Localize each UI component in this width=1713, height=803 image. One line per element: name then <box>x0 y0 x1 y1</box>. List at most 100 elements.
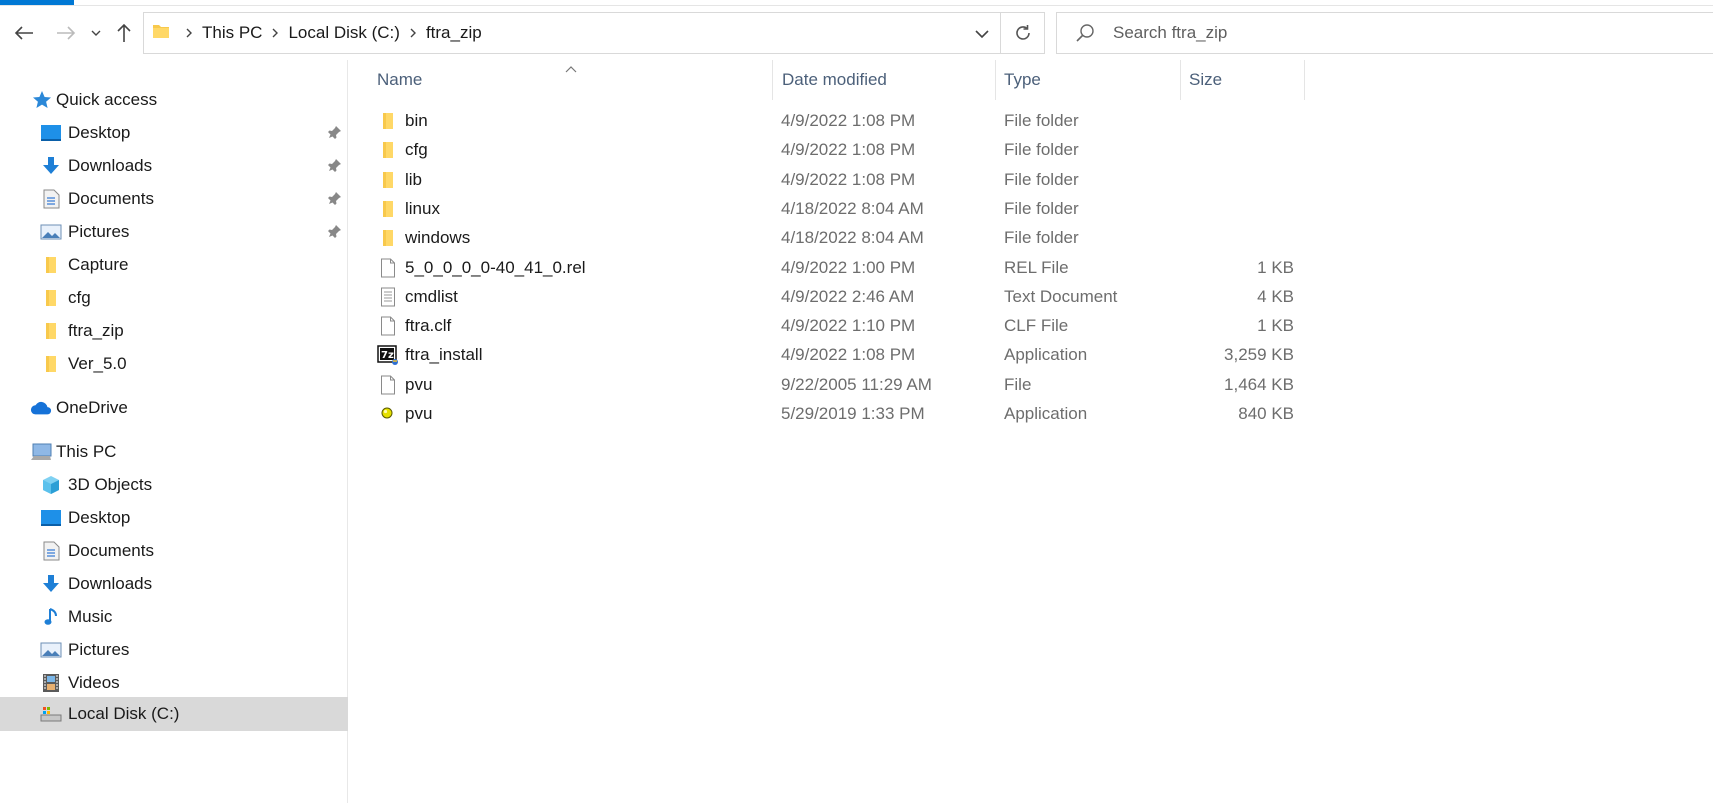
sidebar-item-music[interactable]: Music <box>0 600 348 633</box>
folder-icon <box>377 139 399 161</box>
address-bar[interactable]: This PC Local Disk (C:) ftra_zip <box>143 12 1001 54</box>
pin-icon[interactable] <box>328 124 342 144</box>
breadcrumb-this-pc[interactable]: This PC <box>200 23 264 43</box>
file-name: ftra_install <box>405 345 483 365</box>
file-date-modified: 4/18/2022 8:04 AM <box>781 228 924 248</box>
blank-file-icon <box>377 374 399 396</box>
column-divider[interactable] <box>995 60 996 100</box>
sidebar-item-label: ftra_zip <box>68 320 124 340</box>
sidebar-item-cfg[interactable]: cfg <box>0 281 348 314</box>
file-type: File folder <box>1004 169 1079 189</box>
file-row[interactable]: pvu 5/29/2019 1:33 PM Application 840 KB <box>349 400 1713 429</box>
column-header-date[interactable]: Date modified <box>782 60 994 100</box>
chevron-down-icon <box>975 29 989 38</box>
recent-locations-button[interactable] <box>88 20 104 46</box>
file-date-modified: 4/9/2022 1:10 PM <box>781 316 916 336</box>
sidebar-item-label: Desktop <box>68 507 131 527</box>
file-row[interactable]: cfg 4/9/2022 1:08 PM File folder <box>349 136 1713 165</box>
sidebar-item-3d-objects[interactable]: 3D Objects <box>0 468 348 501</box>
file-type: REL File <box>1004 257 1069 277</box>
file-date-modified: 9/22/2005 11:29 AM <box>781 374 932 394</box>
sidebar-item-label: This PC <box>56 441 117 461</box>
text-file-icon <box>377 286 399 308</box>
file-date-modified: 4/18/2022 8:04 AM <box>781 198 924 218</box>
file-date-modified: 4/9/2022 1:08 PM <box>781 169 916 189</box>
sidebar-item-local-disk[interactable]: Local Disk (C:) <box>0 697 348 731</box>
chevron-right-icon[interactable] <box>178 28 200 38</box>
computer-icon <box>30 441 52 463</box>
sidebar-item-pictures[interactable]: Pictures <box>0 215 348 248</box>
sidebar-item-ftra-zip[interactable]: ftra_zip <box>0 314 348 347</box>
pin-icon[interactable] <box>328 157 342 177</box>
file-row[interactable]: 7z ftra_install 4/9/2022 1:08 PM Applicatio… <box>349 341 1713 370</box>
column-header-name[interactable]: Name <box>377 60 771 100</box>
sidebar-item-videos[interactable]: Videos <box>0 666 348 699</box>
file-row[interactable]: 5_0_0_0_0-40_41_0.rel 4/9/2022 1:00 PM REL… <box>349 254 1713 283</box>
file-type: Application <box>1004 345 1088 365</box>
sidebar-item-desktop-pc[interactable]: Desktop <box>0 501 348 534</box>
sidebar-item-pictures-pc[interactable]: Pictures <box>0 633 348 666</box>
column-divider[interactable] <box>1180 60 1181 100</box>
forward-arrow-icon <box>57 26 76 40</box>
svg-text:7z: 7z <box>381 350 394 361</box>
music-icon <box>40 606 62 628</box>
breadcrumb-local-disk[interactable]: Local Disk (C:) <box>286 23 401 43</box>
sidebar-item-this-pc[interactable]: This PC <box>0 435 348 468</box>
download-icon <box>40 573 62 595</box>
file-row[interactable]: ftra.clf 4/9/2022 1:10 PM CLF File 1 KB <box>349 312 1713 341</box>
file-name: pvu <box>405 404 433 423</box>
column-divider[interactable] <box>772 60 773 100</box>
sidebar-item-label: Pictures <box>68 639 130 659</box>
back-button[interactable] <box>12 20 36 46</box>
forward-button[interactable] <box>54 20 78 46</box>
star-icon <box>31 89 53 111</box>
file-date-modified: 4/9/2022 1:08 PM <box>781 345 916 365</box>
file-date-modified: 4/9/2022 1:08 PM <box>781 140 916 160</box>
file-row[interactable]: windows 4/18/2022 8:04 AM File folder <box>349 224 1713 253</box>
column-header-size[interactable]: Size <box>1189 60 1303 100</box>
file-row[interactable]: pvu 9/22/2005 11:29 AM File 1,464 KB <box>349 371 1713 400</box>
sidebar-item-downloads[interactable]: Downloads <box>0 149 348 182</box>
pin-icon[interactable] <box>328 223 342 243</box>
chevron-right-icon[interactable] <box>402 28 424 38</box>
sidebar-item-ver-5[interactable]: Ver_5.0 <box>0 347 348 380</box>
sidebar-item-documents-pc[interactable]: Documents <box>0 534 348 567</box>
file-size: 1,464 KB <box>1224 374 1294 394</box>
column-divider[interactable] <box>1304 60 1305 100</box>
sidebar-item-label: Videos <box>68 672 120 692</box>
file-size: 1 KB <box>1257 316 1294 336</box>
pictures-icon <box>40 221 62 243</box>
sidebar-item-desktop[interactable]: Desktop <box>0 116 348 149</box>
chevron-right-icon[interactable] <box>264 28 286 38</box>
sidebar-item-quick-access[interactable]: Quick access <box>0 83 348 116</box>
sidebar-item-label: Pictures <box>68 221 130 241</box>
folder-icon <box>40 320 62 342</box>
column-header-type[interactable]: Type <box>1004 60 1179 100</box>
file-date-modified: 5/29/2019 1:33 PM <box>781 404 925 423</box>
sidebar-item-capture[interactable]: Capture <box>0 248 348 281</box>
document-icon <box>40 540 62 562</box>
sidebar-item-onedrive[interactable]: OneDrive <box>0 391 348 424</box>
search-icon <box>1075 23 1095 43</box>
pin-icon[interactable] <box>328 190 342 210</box>
sidebar-item-label: Capture <box>68 254 129 274</box>
blank-file-icon <box>377 315 399 337</box>
folder-icon <box>152 22 170 45</box>
file-row[interactable]: cmdlist 4/9/2022 2:46 AM Text Document 4 KB <box>349 283 1713 312</box>
sidebar-item-label: Downloads <box>68 573 153 593</box>
search-box[interactable]: Search ftra_zip <box>1056 12 1713 54</box>
refresh-button[interactable] <box>1001 12 1045 54</box>
breadcrumb-current-folder[interactable]: ftra_zip <box>424 23 484 43</box>
3d-objects-icon <box>40 474 62 496</box>
address-history-dropdown[interactable] <box>970 23 994 45</box>
sidebar-item-documents[interactable]: Documents <box>0 182 348 215</box>
file-row[interactable]: bin 4/9/2022 1:08 PM File folder <box>349 107 1713 136</box>
file-type: Text Document <box>1004 286 1118 306</box>
file-row[interactable]: linux 4/18/2022 8:04 AM File folder <box>349 195 1713 224</box>
file-row[interactable]: lib 4/9/2022 1:08 PM File folder <box>349 166 1713 195</box>
download-icon <box>40 155 62 177</box>
navigation-bar: This PC Local Disk (C:) ftra_zip Search … <box>0 6 1713 60</box>
up-button[interactable] <box>114 20 134 46</box>
file-name: ftra.clf <box>405 316 452 336</box>
sidebar-item-downloads-pc[interactable]: Downloads <box>0 567 348 600</box>
